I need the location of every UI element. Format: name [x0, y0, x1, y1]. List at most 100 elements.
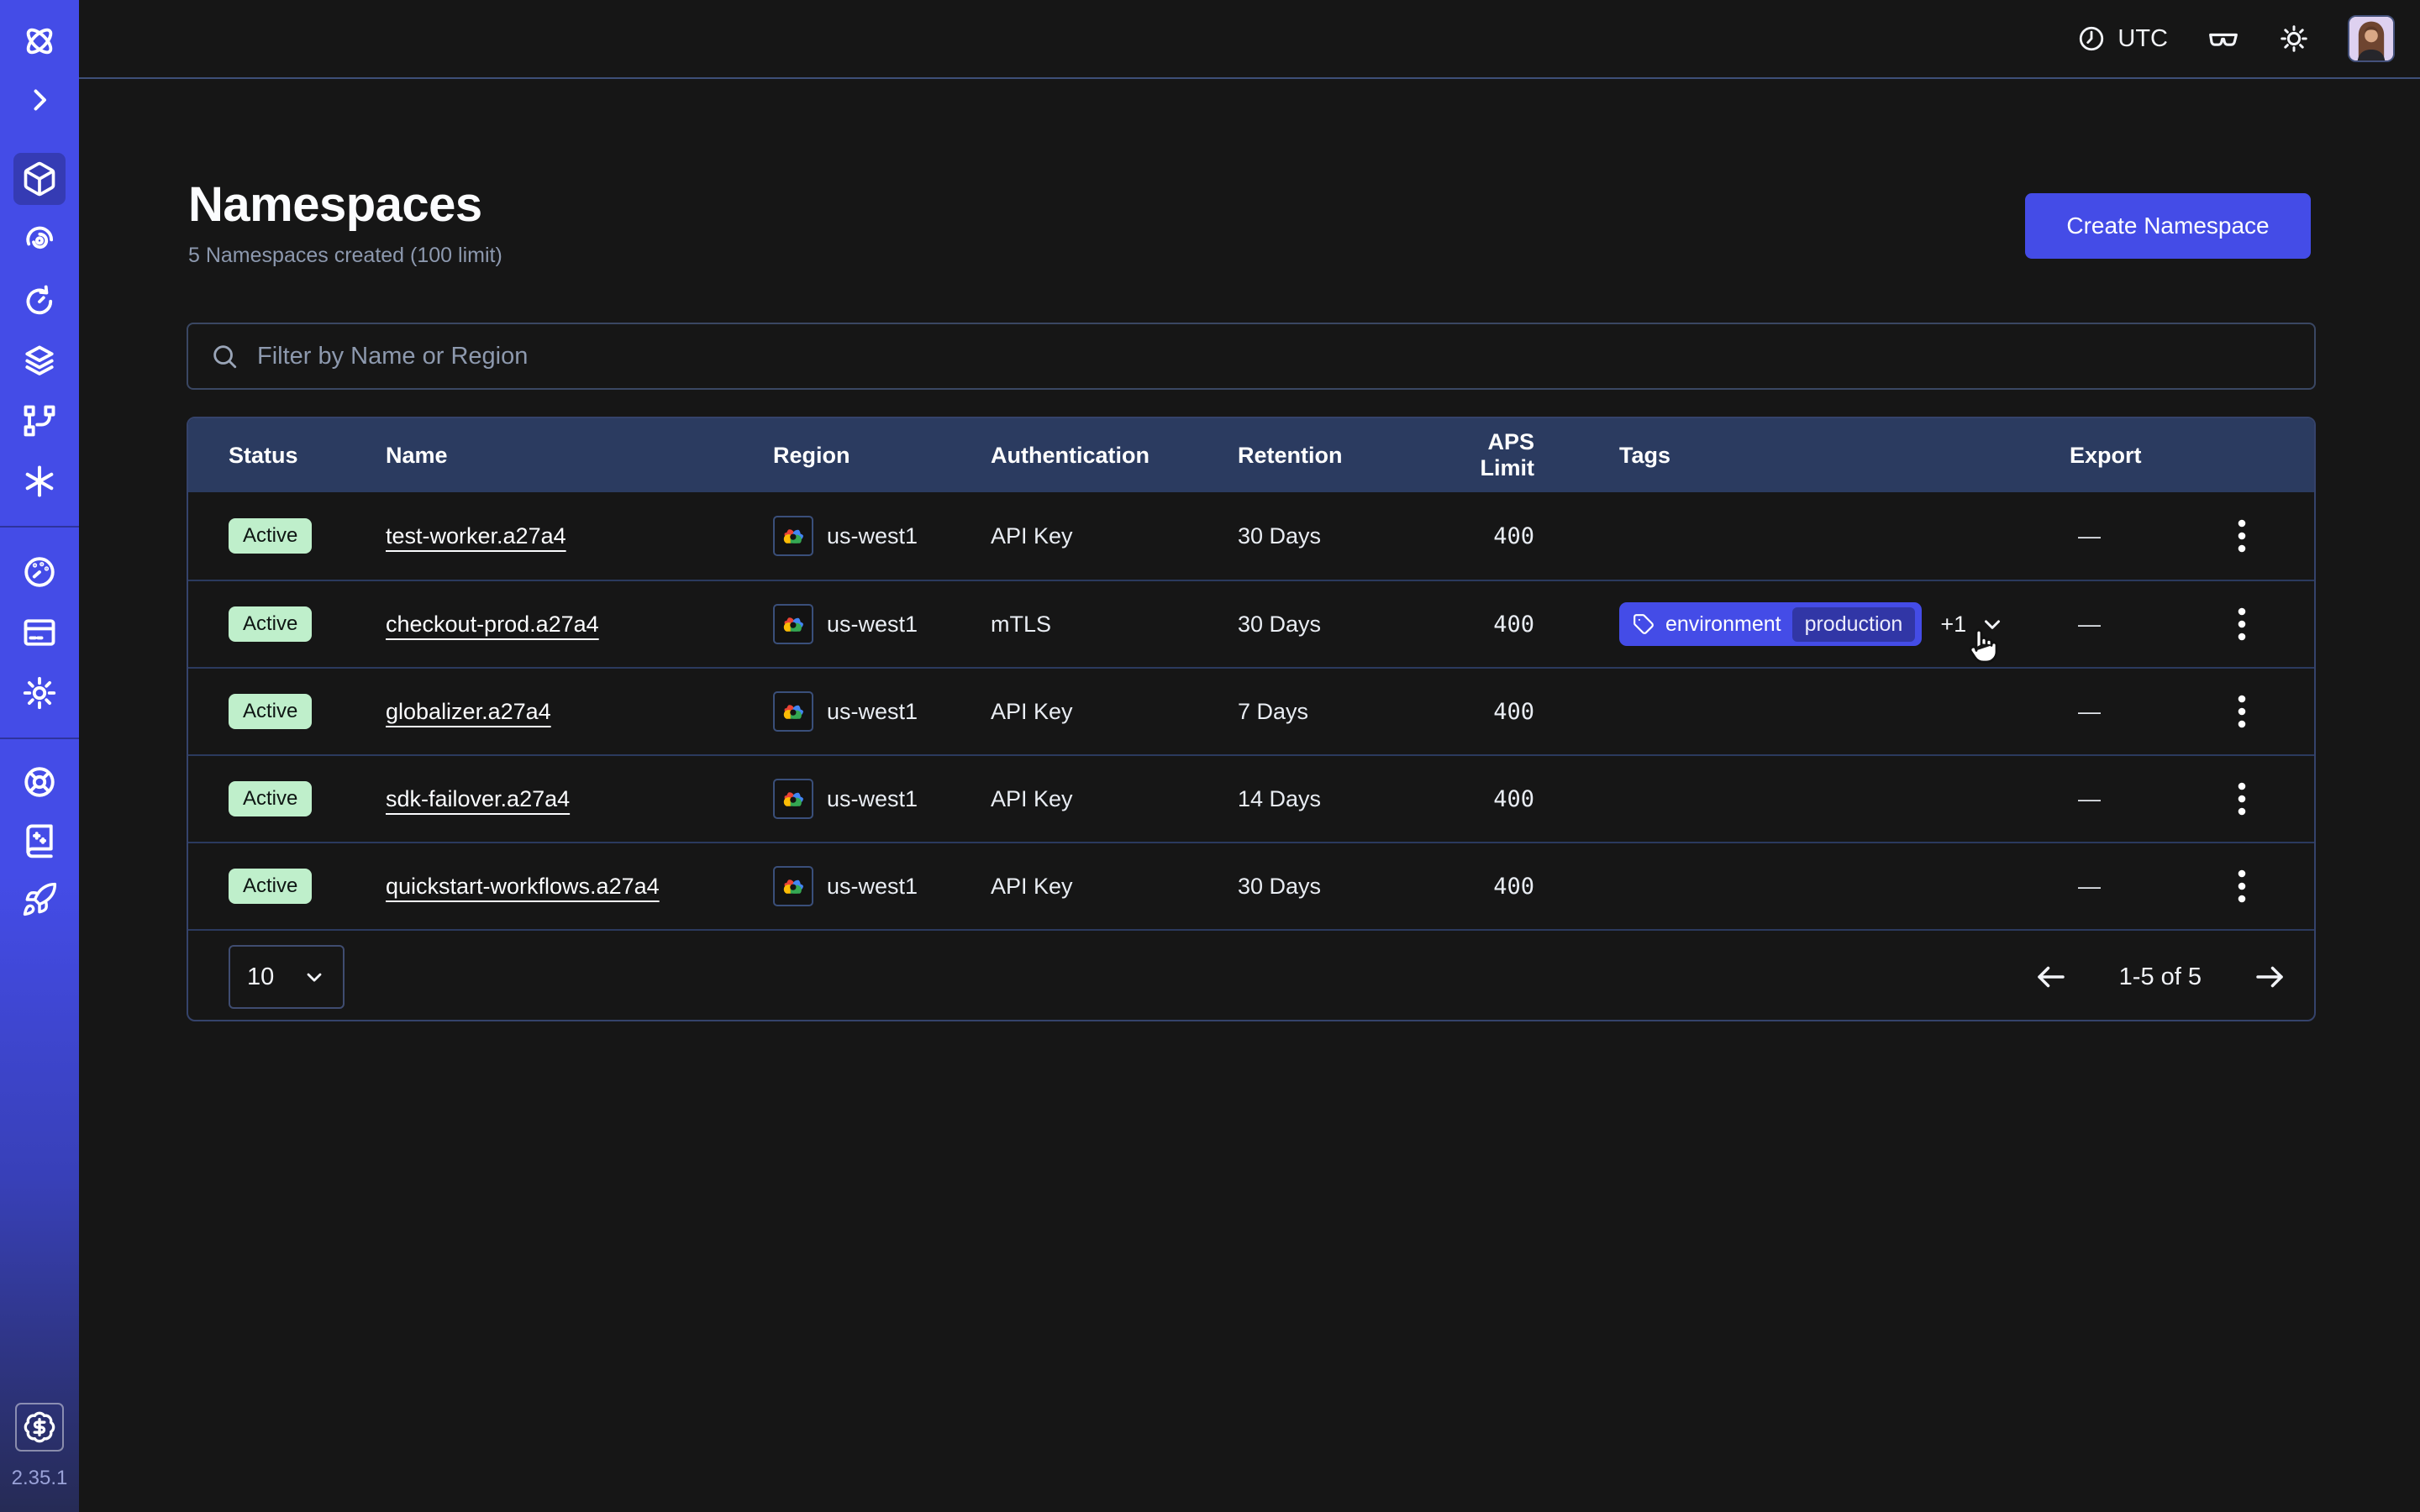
retention-value: 7 Days: [1238, 699, 1429, 725]
col-export: Export: [2070, 443, 2274, 469]
row-menu-button[interactable]: [2222, 507, 2262, 565]
namespace-link[interactable]: test-worker.a27a4: [386, 523, 566, 549]
billing-card-icon: [21, 614, 58, 651]
dollar-badge-icon: [23, 1410, 56, 1444]
sidebar-item-get-started[interactable]: [13, 874, 66, 926]
aps-limit-value: 400: [1429, 699, 1619, 725]
layers-icon: [21, 342, 58, 379]
row-menu-button[interactable]: [2222, 682, 2262, 741]
aps-limit-value: 400: [1429, 523, 1619, 549]
pricing-button[interactable]: [15, 1403, 64, 1452]
sidebar-divider: [0, 526, 79, 528]
namespace-link[interactable]: globalizer.a27a4: [386, 699, 551, 725]
sidebar-item-nexus[interactable]: [13, 455, 66, 507]
page-size-select[interactable]: 10: [229, 945, 345, 1009]
gcp-logo-icon: [773, 779, 813, 819]
auth-value: API Key: [991, 699, 1238, 725]
sidebar-item-settings[interactable]: [13, 667, 66, 719]
region-label: us-west1: [827, 699, 918, 725]
kebab-icon: [2237, 517, 2247, 554]
col-tags: Tags: [1619, 443, 2070, 469]
cube-namespaces-icon: [21, 160, 58, 197]
col-name: Name: [386, 443, 773, 469]
table-row: Active sdk-failover.a27a4 us-west1: [188, 754, 2314, 842]
namespace-link[interactable]: checkout-prod.a27a4: [386, 612, 599, 638]
timezone-button[interactable]: UTC: [2077, 24, 2168, 53]
sidebar-expand-button[interactable]: [13, 74, 66, 126]
page-title: Namespaces: [188, 176, 482, 233]
auth-value: mTLS: [991, 612, 1238, 638]
col-authentication: Authentication: [991, 443, 1238, 469]
prev-page-button[interactable]: [2028, 954, 2074, 1000]
table-row: Active checkout-prod.a27a4 us-west1: [188, 580, 2314, 667]
table-footer: 10 1-5 of 5: [188, 929, 2314, 1021]
export-value: —: [2078, 612, 2101, 638]
create-namespace-button[interactable]: Create Namespace: [2025, 193, 2311, 259]
next-page-button[interactable]: [2247, 954, 2292, 1000]
export-value: —: [2078, 699, 2101, 725]
auth-value: API Key: [991, 523, 1238, 549]
namespaces-table: Status Name Region Authentication Retent…: [187, 417, 2316, 1021]
pagination-range: 1-5 of 5: [2119, 963, 2202, 991]
aps-limit-value: 400: [1429, 874, 1619, 900]
sidebar-item-namespaces[interactable]: [13, 153, 66, 205]
tag-value: production: [1792, 607, 1916, 642]
lifebuoy-icon: [21, 764, 58, 801]
gauge-icon: [21, 554, 58, 591]
sidebar-item-billing[interactable]: [13, 606, 66, 659]
table-row: Active quickstart-workflows.a27a4 us: [188, 842, 2314, 929]
gcp-logo-icon: [773, 866, 813, 906]
sidebar-item-usage[interactable]: [13, 546, 66, 598]
region-label: us-west1: [827, 523, 918, 549]
namespace-link[interactable]: sdk-failover.a27a4: [386, 786, 570, 812]
gcp-logo-icon: [773, 691, 813, 732]
tag-key: environment: [1665, 612, 1781, 637]
retention-value: 30 Days: [1238, 612, 1429, 638]
topbar: UTC: [79, 0, 2420, 79]
page-subtitle: 5 Namespaces created (100 limit): [188, 244, 502, 268]
kebab-icon: [2237, 606, 2247, 643]
timezone-label: UTC: [2118, 25, 2168, 53]
col-retention: Retention: [1238, 443, 1429, 469]
table-row: Active globalizer.a27a4 us-west1: [188, 667, 2314, 754]
filter-input[interactable]: [257, 343, 2292, 370]
docs-book-icon: [21, 822, 58, 859]
sidebar-item-support[interactable]: [13, 756, 66, 808]
row-menu-button[interactable]: [2222, 769, 2262, 828]
filter-container: [187, 323, 2316, 390]
clock-icon: [2077, 24, 2106, 53]
row-menu-button[interactable]: [2222, 857, 2262, 916]
row-menu-button[interactable]: [2222, 595, 2262, 654]
sidebar: 2.35.1: [0, 0, 79, 1512]
search-icon: [210, 342, 239, 370]
status-badge: Active: [229, 869, 312, 904]
status-badge: Active: [229, 694, 312, 729]
temporal-logo[interactable]: [13, 15, 66, 67]
glasses-icon: [2207, 22, 2240, 55]
sidebar-item-batch[interactable]: [13, 334, 66, 386]
sidebar-item-deployments[interactable]: [13, 395, 66, 447]
sidebar-item-docs[interactable]: [13, 815, 66, 867]
chevron-down-icon: [302, 965, 326, 989]
namespace-link[interactable]: quickstart-workflows.a27a4: [386, 874, 660, 900]
region-label: us-west1: [827, 612, 918, 638]
status-badge: Active: [229, 606, 312, 642]
region-label: us-west1: [827, 874, 918, 900]
tags-group: environment production +1: [1619, 602, 2005, 646]
branch-icon: [21, 402, 58, 439]
app-version: 2.35.1: [12, 1467, 68, 1490]
user-avatar[interactable]: [2348, 15, 2395, 62]
sidebar-item-workflows[interactable]: [13, 213, 66, 265]
readability-button[interactable]: [2207, 22, 2240, 55]
table-row: Active test-worker.a27a4 us-west1: [188, 492, 2314, 580]
col-status: Status: [229, 443, 386, 469]
gear-icon: [21, 675, 58, 711]
status-badge: Active: [229, 518, 312, 554]
tag-chip[interactable]: environment production: [1619, 602, 1922, 646]
theme-toggle-button[interactable]: [2279, 24, 2309, 54]
table-header-row: Status Name Region Authentication Retent…: [188, 418, 2314, 492]
page-size-value: 10: [247, 963, 274, 991]
sidebar-item-schedules[interactable]: [13, 274, 66, 326]
tags-expand-chevron-icon[interactable]: [1980, 612, 2005, 637]
spiral-icon: [21, 221, 58, 258]
